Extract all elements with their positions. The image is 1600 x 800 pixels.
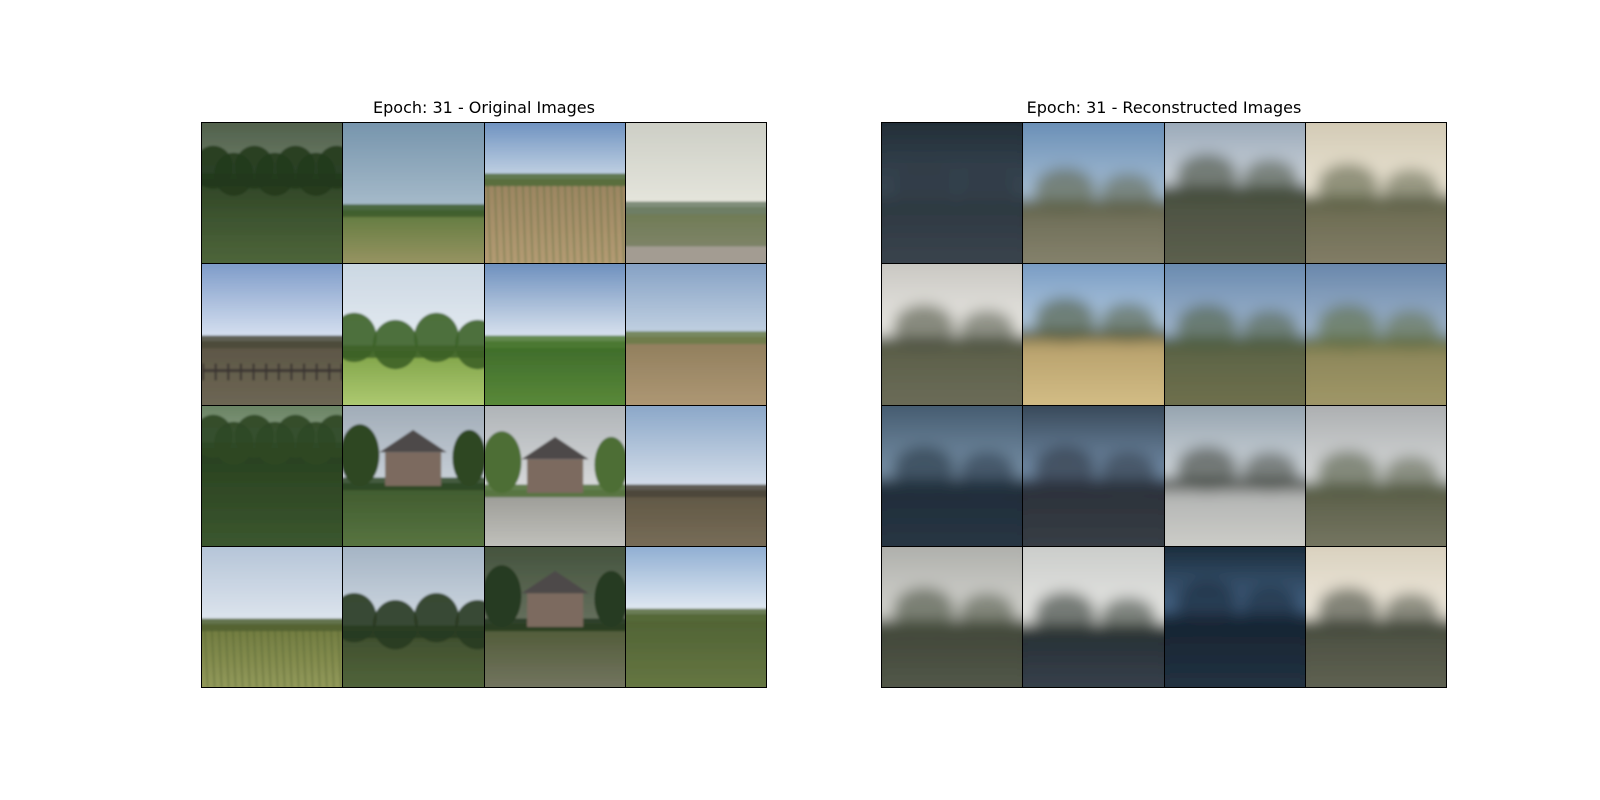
original-image-tile (343, 123, 484, 264)
reconstructed-image-tile (1164, 546, 1305, 687)
reconstructed-image-tile (1023, 405, 1164, 546)
reconstructed-image-tile (882, 405, 1023, 546)
original-image-tile (343, 546, 484, 687)
reconstructed-image-tile (1305, 123, 1446, 264)
reconstructed-image-tile (1305, 405, 1446, 546)
reconstructed-image-tile (1164, 264, 1305, 405)
original-image-tile (484, 123, 625, 264)
reconstructed-image-tile (1023, 123, 1164, 264)
original-image-tile (202, 405, 343, 546)
original-images-title: Epoch: 31 - Original Images (373, 98, 595, 117)
original-image-tile (625, 405, 766, 546)
original-image-tile (625, 264, 766, 405)
original-image-tile (202, 546, 343, 687)
original-image-tile (343, 264, 484, 405)
reconstructed-images-title: Epoch: 31 - Reconstructed Images (1026, 98, 1302, 117)
reconstructed-image-tile (1023, 264, 1164, 405)
original-images-grid (201, 122, 767, 688)
reconstructed-image-tile (1023, 546, 1164, 687)
reconstructed-image-tile (882, 123, 1023, 264)
original-image-tile (343, 405, 484, 546)
original-image-tile (484, 405, 625, 546)
original-image-tile (625, 546, 766, 687)
reconstructed-image-tile (1305, 546, 1446, 687)
reconstructed-images-panel: Epoch: 31 - Reconstructed Images (881, 96, 1447, 688)
reconstructed-images-grid (881, 122, 1447, 688)
reconstructed-image-tile (1164, 123, 1305, 264)
original-image-tile (484, 546, 625, 687)
reconstructed-image-tile (882, 264, 1023, 405)
reconstructed-image-tile (1305, 264, 1446, 405)
reconstructed-image-tile (1164, 405, 1305, 546)
original-image-tile (484, 264, 625, 405)
reconstructed-image-tile (882, 546, 1023, 687)
original-images-panel: Epoch: 31 - Original Images (201, 96, 767, 688)
original-image-tile (202, 264, 343, 405)
original-image-tile (625, 123, 766, 264)
original-image-tile (202, 123, 343, 264)
